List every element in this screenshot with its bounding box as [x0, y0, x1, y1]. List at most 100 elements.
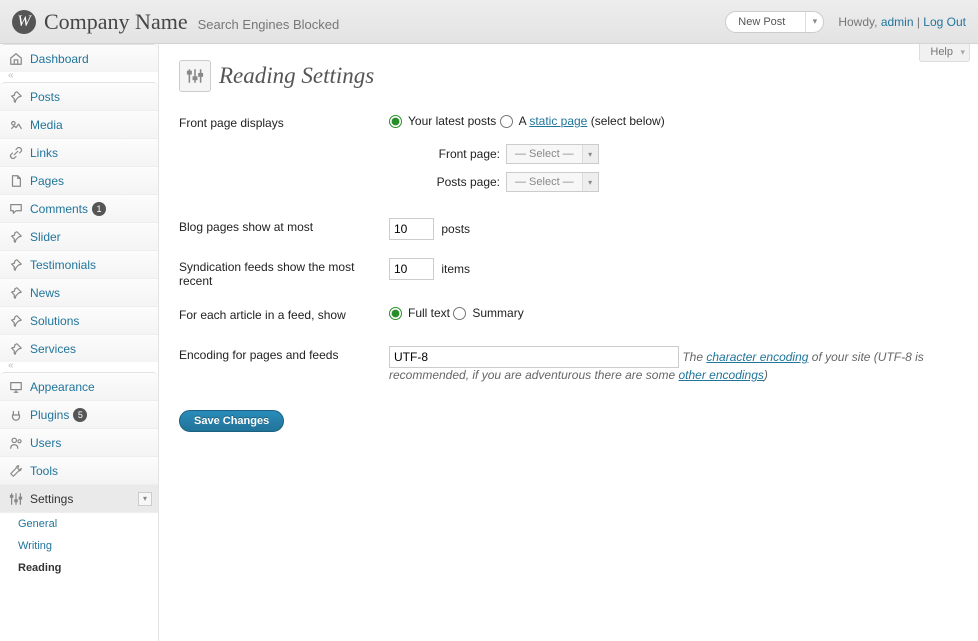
chevron-down-icon: ▾: [582, 173, 598, 191]
site-title: Company Name Search Engines Blocked: [44, 9, 339, 35]
posts-per-page-input[interactable]: [389, 218, 434, 240]
sidebar-item-posts[interactable]: Posts: [0, 82, 158, 110]
favorite-actions[interactable]: New Post ▾: [725, 11, 824, 33]
front-page-select[interactable]: — Select — ▾: [506, 144, 599, 164]
count-badge: 5: [73, 408, 87, 422]
sidebar-item-tools[interactable]: Tools: [0, 456, 158, 484]
sidebar-item-label: Dashboard: [30, 52, 89, 66]
chevron-down-icon[interactable]: ▾: [138, 492, 152, 506]
comment-icon: [8, 201, 24, 217]
posts-per-rss-input[interactable]: [389, 258, 434, 280]
admin-sidebar: Dashboard Posts Media Links Pages Comments1 Sl…: [0, 44, 159, 641]
items-suffix: items: [441, 262, 470, 276]
site-tagline: Search Engines Blocked: [198, 17, 340, 32]
sidebar-subitem-general[interactable]: General: [0, 513, 158, 535]
radio-latest-posts-input[interactable]: [389, 115, 402, 128]
menu-separator: [0, 362, 158, 372]
radio-static-page[interactable]: A static page (select below): [500, 114, 665, 128]
radio-summary-input[interactable]: [453, 307, 466, 320]
sidebar-item-users[interactable]: Users: [0, 428, 158, 456]
home-icon: [8, 51, 24, 67]
admin-header: W Company Name Search Engines Blocked Ne…: [0, 0, 978, 44]
radio-full-text[interactable]: Full text: [389, 306, 450, 320]
sidebar-item-slider[interactable]: Slider: [0, 222, 158, 250]
row-syndication-th: Syndication feeds show the most recent: [179, 250, 389, 298]
howdy-text: Howdy, admin | Log Out: [838, 15, 966, 29]
pin-icon: [8, 257, 24, 273]
plugin-icon: [8, 407, 24, 423]
sidebar-item-plugins[interactable]: Plugins 5: [0, 400, 158, 428]
radio-full-text-label: Full text: [408, 306, 450, 320]
sidebar-item-label: Services: [30, 342, 76, 356]
posts-page-select-label: Posts page:: [411, 175, 506, 189]
media-icon: [8, 117, 24, 133]
sidebar-subitem-writing[interactable]: Writing: [0, 535, 158, 557]
static-page-link[interactable]: static page: [529, 114, 587, 128]
sidebar-item-label: Solutions: [30, 314, 79, 328]
content-area: Help Reading Settings Front page display…: [159, 44, 978, 641]
sidebar-item-media[interactable]: Media: [0, 110, 158, 138]
sidebar-item-label: Users: [30, 436, 61, 450]
sidebar-item-comments[interactable]: Comments1: [0, 194, 158, 222]
tools-icon: [8, 463, 24, 479]
row-front-page-th: Front page displays: [179, 106, 389, 210]
logout-link[interactable]: Log Out: [923, 15, 966, 29]
sidebar-item-news[interactable]: News: [0, 278, 158, 306]
character-encoding-link[interactable]: character encoding: [706, 350, 808, 364]
sidebar-subitem-reading[interactable]: Reading: [0, 557, 158, 579]
menu-separator: [0, 72, 158, 82]
row-feed-show-th: For each article in a feed, show: [179, 298, 389, 338]
users-icon: [8, 435, 24, 451]
page-title: Reading Settings: [179, 56, 958, 106]
pin-icon: [8, 313, 24, 329]
radio-summary-label: Summary: [472, 306, 523, 320]
sidebar-item-label: Testimonials: [30, 258, 96, 272]
sidebar-item-label: News: [30, 286, 60, 300]
sidebar-item-label: Tools: [30, 464, 58, 478]
sidebar-item-settings[interactable]: Settings ▾: [0, 484, 158, 512]
radio-static-page-label: A static page (select below): [519, 114, 665, 128]
current-user-link[interactable]: admin: [881, 15, 914, 29]
sidebar-item-label: Links: [30, 146, 58, 160]
site-title-link[interactable]: Company Name: [44, 9, 188, 35]
radio-latest-posts-label: Your latest posts: [408, 114, 496, 128]
radio-summary[interactable]: Summary: [453, 306, 523, 320]
favorite-action-label: New Post: [726, 12, 805, 32]
sidebar-item-dashboard[interactable]: Dashboard: [0, 44, 158, 72]
posts-suffix: posts: [441, 222, 470, 236]
sidebar-item-appearance[interactable]: Appearance: [0, 372, 158, 400]
sidebar-item-testimonials[interactable]: Testimonials: [0, 250, 158, 278]
settings-form-table: Front page displays Your latest posts A …: [179, 106, 958, 392]
sliders-icon: [179, 60, 211, 92]
link-icon: [8, 145, 24, 161]
pin-icon: [8, 285, 24, 301]
front-page-select-label: Front page:: [411, 147, 506, 161]
pin-icon: [8, 341, 24, 357]
radio-static-page-input[interactable]: [500, 115, 513, 128]
other-encodings-link[interactable]: other encodings: [679, 368, 764, 382]
sidebar-item-services[interactable]: Services: [0, 334, 158, 362]
sidebar-item-label: Slider: [30, 230, 61, 244]
page-icon: [8, 173, 24, 189]
posts-page-select[interactable]: — Select — ▾: [506, 172, 599, 192]
sidebar-item-label: Plugins: [30, 408, 69, 422]
pin-icon: [8, 89, 24, 105]
wp-logo-icon: W: [12, 10, 36, 34]
sidebar-item-label: Pages: [30, 174, 64, 188]
sidebar-item-label: Comments: [30, 202, 88, 216]
blog-charset-input[interactable]: [389, 346, 679, 368]
sidebar-item-solutions[interactable]: Solutions: [0, 306, 158, 334]
settings-icon: [8, 491, 24, 507]
radio-latest-posts[interactable]: Your latest posts: [389, 114, 496, 128]
sidebar-item-label: Media: [30, 118, 63, 132]
sidebar-item-links[interactable]: Links: [0, 138, 158, 166]
sidebar-item-label: Posts: [30, 90, 60, 104]
save-changes-button[interactable]: Save Changes: [179, 410, 284, 432]
sidebar-item-label: Settings: [30, 492, 73, 506]
radio-full-text-input[interactable]: [389, 307, 402, 320]
row-encoding-th: Encoding for pages and feeds: [179, 338, 389, 392]
chevron-down-icon[interactable]: ▾: [805, 12, 823, 32]
sidebar-item-label: Appearance: [30, 380, 95, 394]
help-tab[interactable]: Help: [919, 44, 970, 62]
sidebar-item-pages[interactable]: Pages: [0, 166, 158, 194]
